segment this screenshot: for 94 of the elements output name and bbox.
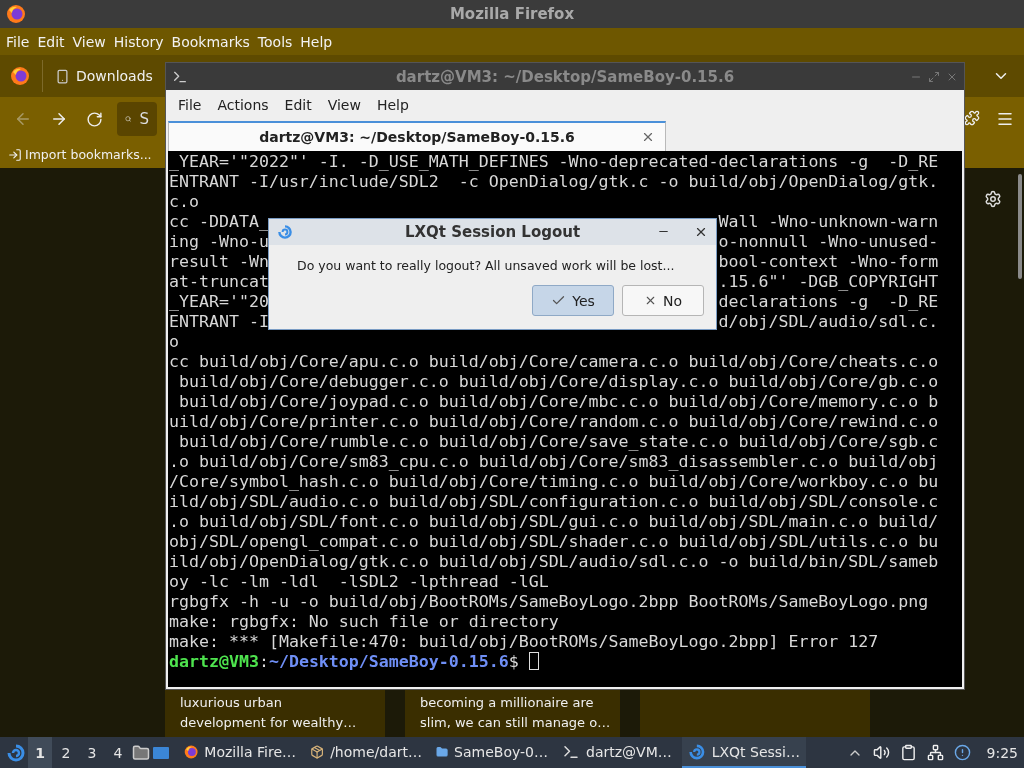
logout-icon [688,742,706,761]
terminal-line: cc build/obj/Core/apu.c.o build/obj/Core/camera.c.o build/obj/Core/cheats.c.o [169,352,939,371]
network-icon[interactable] [926,744,944,761]
package-icon [310,742,325,761]
menu-item[interactable]: File [2,33,34,50]
card-text: slim, we can still manage o… [420,714,611,732]
card-text: luxurious urban [180,694,282,712]
menu-item[interactable]: Help [296,33,337,50]
terminal-line: at-truncat [169,272,269,292]
clock: 9:25 [986,744,1018,761]
menu-item[interactable]: History [109,33,168,50]
terminal-line: result -Wn [169,252,269,272]
text-cursor [528,652,539,670]
prompt-user: dartz@VM3 [169,652,259,671]
terminal-line: make: *** [Makefile:470: build/obj/BootROMs/SameBoyLogo.2bpp] Error 127 [169,632,879,651]
bookmark-link[interactable]: Import bookmarks... [25,147,152,162]
terminal-line: declarations -g -D_RE [718,292,939,312]
card-text: becoming a millionaire are [420,694,594,712]
menu-item[interactable]: View [319,97,369,113]
phone-icon [55,68,70,84]
menu-item[interactable]: Help [368,97,417,113]
search-field[interactable]: S [117,102,157,136]
browser-tab[interactable]: Downloads [42,60,165,92]
card-text: development for wealthy… [180,714,357,732]
import-icon [8,147,22,162]
firefox-icon [10,66,30,86]
yes-button[interactable]: Yes [532,285,614,316]
start-menu-icon [6,742,26,763]
task-button[interactable]: Mozilla Fire… [178,737,302,768]
terminal-line: .o build/obj/SDL/font.c.o build/obj/SDL/gui.c.o build/obj/SDL/main.c.o build/ [169,512,939,531]
menu-item[interactable]: File [170,97,210,113]
terminal-line: ild/obj/OpenDialog/gtk.c.o build/obj/SDL/audio/sdl.c.o -o build/bin/SDL/sameb [169,552,939,571]
dialog-title: LXQt Session Logout [404,223,581,241]
volume-icon[interactable] [872,744,890,761]
terminal-line: bool-context -Wno-form [718,252,939,272]
logout-icon [277,224,293,240]
no-button[interactable]: No [622,285,704,316]
terminal-line: c.o [169,192,199,211]
terminal-line: Wall -Wno-unknown-warn [718,212,939,232]
file-manager-icon[interactable] [132,743,150,762]
firefox-icon [6,4,26,24]
terminal-tab[interactable]: dartz@VM3: ~/Desktop/SameBoy-0.15.6 [168,121,666,151]
reload-icon[interactable] [86,110,103,128]
terminal-line: cc -DDATA_ [169,212,269,232]
terminal-line: d/obj/SDL/audio/sdl.c. [718,312,939,332]
terminal-line: rgbgfx -h -u -o build/obj/BootROMs/SameBoyLogo.2bpp BootROMs/SameBoyLogo.png [169,592,929,611]
menu-item[interactable]: Actions [209,97,277,113]
clipboard-icon[interactable] [899,744,917,761]
dialog-message: Do you want to really logout? All unsaved work will be lost... [297,257,675,275]
terminal-line: uild/obj/Core/printer.c.o build/obj/Core/random.c.o build/obj/Core/rewind.c.o [169,412,939,431]
terminal-line: make: rgbgfx: No such file or directory [169,612,559,631]
prompt-path: ~/Desktop/SameBoy-0.15.6 [268,652,509,671]
prompt-symbol: $ [508,652,519,671]
menu-item[interactable]: Edit [276,97,320,113]
terminal-line: /Core/symbol_hash.c.o build/obj/Core/timing.c.o build/obj/Core/workboy.c.o bu [169,472,939,491]
terminal-line: build/obj/Core/rumble.c.o build/obj/Core/save_state.c.o build/obj/Core/sgb.c [178,432,939,451]
terminal-line: o-nonnull -Wno-unused- [718,232,939,252]
task-button[interactable]: dartz@VM… [556,737,680,768]
menu-item[interactable]: Tools [253,33,297,50]
desktop-switch[interactable]: 1 [28,737,52,768]
task-button[interactable]: LXQt Sessi… [682,737,806,768]
task-button[interactable]: /home/dart… [304,737,428,768]
task-button[interactable]: SameBoy-0… [430,737,554,768]
menu-item[interactable]: View [68,33,110,50]
desktop-switch[interactable]: 3 [80,737,104,768]
maximize-icon[interactable] [928,70,940,83]
terminal-line: build/obj/Core/debugger.c.o build/obj/Core/display.c.o build/obj/Core/gb.c.o [178,372,939,391]
puzzle-icon[interactable] [964,110,980,126]
forward-icon[interactable] [50,110,68,128]
close-icon[interactable] [641,130,655,144]
window-title: dartz@VM3: ~/Desktop/SameBoy-0.15.6 [395,67,735,86]
desktop-switch[interactable]: 2 [54,737,78,768]
terminal-line: build/obj/Core/joypad.c.o build/obj/Core/mbc.c.o build/obj/Core/memory.c.o b [178,392,939,411]
terminal-line: ENTRANT -I/usr/include/SDL2 -c OpenDialog/gtk.c -o build/obj/OpenDialog/gtk. [169,172,939,191]
terminal-line: oy -lc -lm -ldl -lSDL2 -lpthread -lGL [169,572,549,591]
terminal-line: .15.6"' -DGB_COPYRIGHT [718,272,939,292]
desktop-switch[interactable]: 4 [106,737,130,768]
menu-item[interactable]: Edit [33,33,69,50]
menu-icon[interactable] [996,110,1014,128]
terminal-line: ing -Wno-u [169,232,269,252]
prompt-separator: : [258,652,269,671]
show-desktop-icon[interactable] [152,744,170,761]
terminal-line: o [169,332,179,351]
close-icon[interactable] [694,225,708,239]
terminal-line: ENTRANT -I [169,312,269,332]
terminal-line: _YEAR='"20 [169,292,269,312]
terminal-line: _YEAR='"2022"' -I. -D_USE_MATH_DEFINES -Wno-deprecated-declarations -g -D_RE [169,152,939,171]
menu-item[interactable]: Bookmarks [167,33,254,50]
terminal-line: .o build/obj/Core/sm83_cpu.c.o build/obj/Core/sm83_disassembler.c.o build/obj [169,452,939,471]
notification-icon[interactable] [953,744,971,761]
terminal-line: obj/SDL/opengl_compat.c.o build/obj/SDL/shader.c.o build/obj/SDL/utils.c.o bu [169,532,939,551]
settings-icon[interactable] [984,190,1002,208]
terminal-line: ild/obj/SDL/audio.c.o build/obj/SDL/configuration.c.o build/obj/SDL/console.c [169,492,939,511]
window-title: Mozilla Firefox [449,5,575,23]
